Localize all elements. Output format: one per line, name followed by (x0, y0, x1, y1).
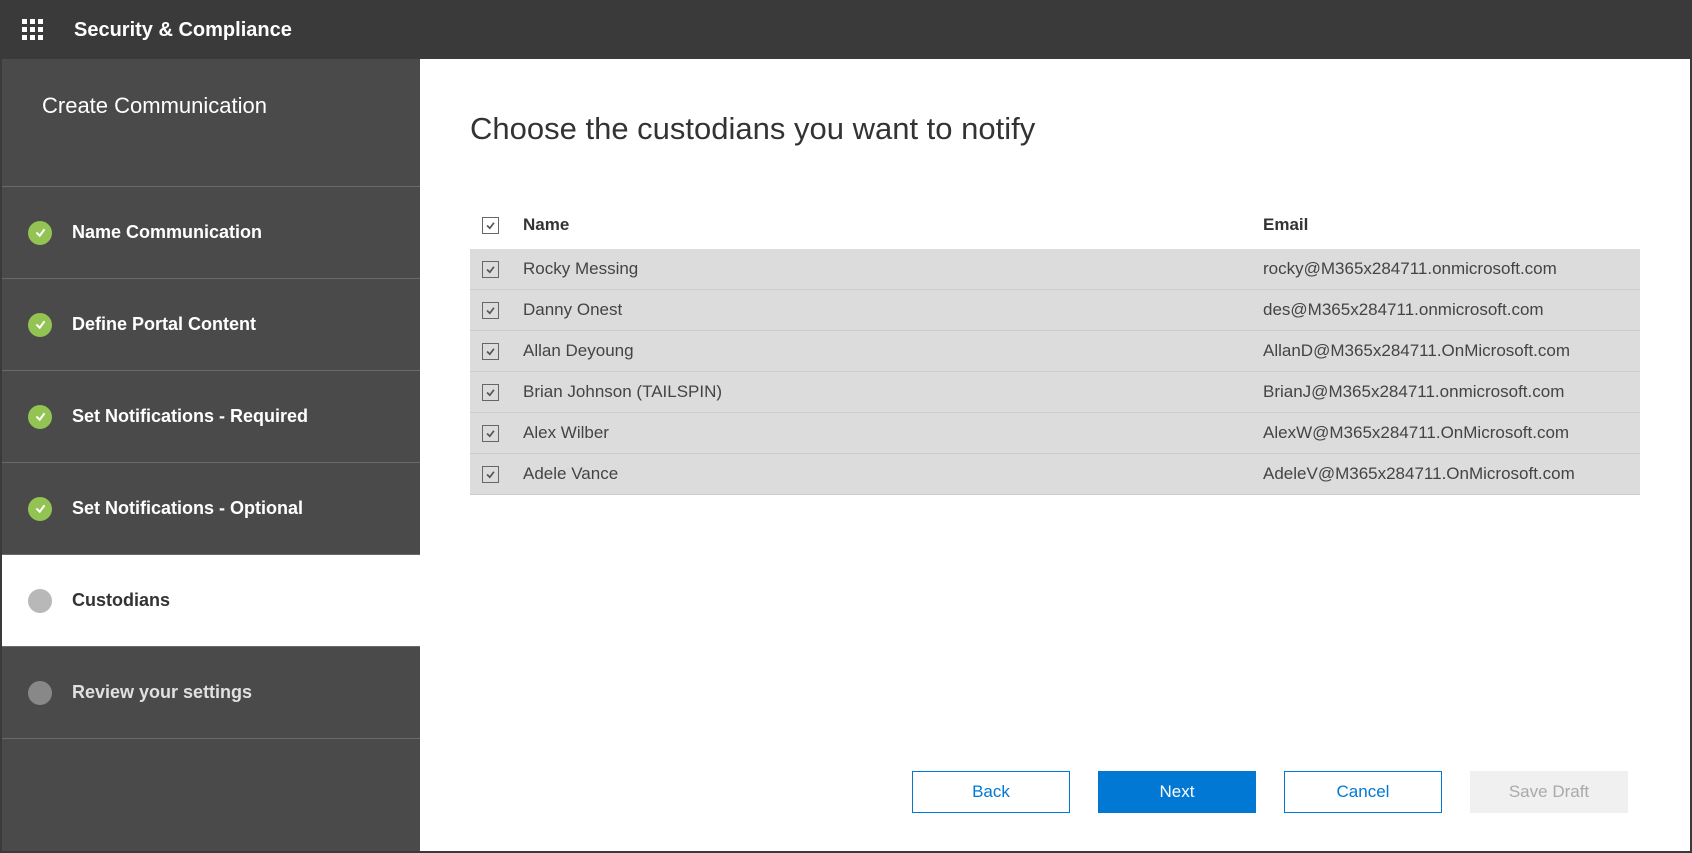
check-circle-icon (28, 405, 52, 429)
check-circle-icon (28, 497, 52, 521)
button-row: Back Next Cancel Save Draft (912, 771, 1628, 813)
save-draft-button: Save Draft (1470, 771, 1628, 813)
custodians-table: Name Email Rocky Messing rocky@M365x2847… (470, 205, 1640, 495)
table-row[interactable]: Danny Onest des@M365x284711.onmicrosoft.… (470, 290, 1640, 331)
cancel-button[interactable]: Cancel (1284, 771, 1442, 813)
custodian-email: AlexW@M365x284711.OnMicrosoft.com (1255, 413, 1640, 454)
pending-step-icon (28, 681, 52, 705)
table-row[interactable]: Allan Deyoung AllanD@M365x284711.OnMicro… (470, 331, 1640, 372)
table-row[interactable]: Rocky Messing rocky@M365x284711.onmicros… (470, 249, 1640, 290)
step-set-notifications-required[interactable]: Set Notifications - Required (2, 371, 420, 463)
table-row[interactable]: Adele Vance AdeleV@M365x284711.OnMicroso… (470, 454, 1640, 495)
custodian-name: Allan Deyoung (515, 331, 1255, 372)
custodian-email: AllanD@M365x284711.OnMicrosoft.com (1255, 331, 1640, 372)
step-custodians[interactable]: Custodians (2, 555, 420, 647)
custodian-name: Brian Johnson (TAILSPIN) (515, 372, 1255, 413)
step-set-notifications-optional[interactable]: Set Notifications - Optional (2, 463, 420, 555)
custodian-email: rocky@M365x284711.onmicrosoft.com (1255, 249, 1640, 290)
step-label: Review your settings (72, 682, 252, 703)
app-launcher-icon[interactable] (22, 19, 46, 43)
page-title: Choose the custodians you want to notify (470, 111, 1640, 147)
table-row[interactable]: Brian Johnson (TAILSPIN) BrianJ@M365x284… (470, 372, 1640, 413)
sidebar: Create Communication Name Communication … (2, 59, 420, 851)
step-label: Custodians (72, 590, 170, 611)
row-checkbox[interactable] (482, 425, 499, 442)
table-row[interactable]: Alex Wilber AlexW@M365x284711.OnMicrosof… (470, 413, 1640, 454)
custodian-name: Alex Wilber (515, 413, 1255, 454)
check-circle-icon (28, 313, 52, 337)
custodian-email: BrianJ@M365x284711.onmicrosoft.com (1255, 372, 1640, 413)
step-label: Set Notifications - Optional (72, 498, 303, 519)
content-pane: Choose the custodians you want to notify… (420, 59, 1690, 851)
custodian-name: Adele Vance (515, 454, 1255, 495)
step-name-communication[interactable]: Name Communication (2, 187, 420, 279)
check-circle-icon (28, 221, 52, 245)
column-header-email[interactable]: Email (1255, 205, 1640, 249)
row-checkbox[interactable] (482, 384, 499, 401)
custodian-name: Danny Onest (515, 290, 1255, 331)
step-define-portal-content[interactable]: Define Portal Content (2, 279, 420, 371)
back-button[interactable]: Back (912, 771, 1070, 813)
step-review-settings[interactable]: Review your settings (2, 647, 420, 739)
custodian-name: Rocky Messing (515, 249, 1255, 290)
row-checkbox[interactable] (482, 302, 499, 319)
sidebar-heading: Create Communication (2, 59, 420, 187)
step-label: Set Notifications - Required (72, 406, 308, 427)
current-step-icon (28, 589, 52, 613)
row-checkbox[interactable] (482, 261, 499, 278)
row-checkbox[interactable] (482, 343, 499, 360)
app-title: Security & Compliance (74, 19, 292, 42)
select-all-checkbox[interactable] (482, 217, 499, 234)
custodian-email: AdeleV@M365x284711.OnMicrosoft.com (1255, 454, 1640, 495)
top-bar: Security & Compliance (2, 2, 1690, 59)
row-checkbox[interactable] (482, 466, 499, 483)
step-label: Name Communication (72, 222, 262, 243)
column-header-name[interactable]: Name (515, 205, 1255, 249)
step-label: Define Portal Content (72, 314, 256, 335)
custodian-email: des@M365x284711.onmicrosoft.com (1255, 290, 1640, 331)
next-button[interactable]: Next (1098, 771, 1256, 813)
